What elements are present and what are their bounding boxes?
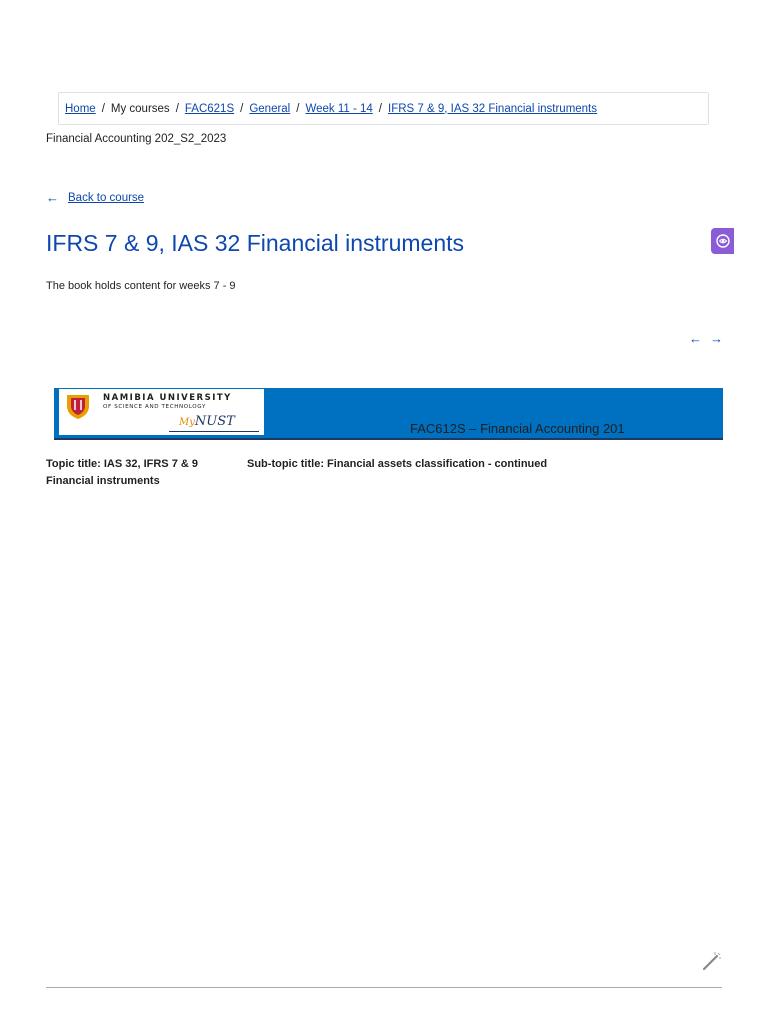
breadcrumb-course[interactable]: FAC621S (185, 103, 234, 115)
university-crest-icon (67, 395, 89, 419)
breadcrumb-separator: / (378, 102, 382, 115)
ai-assistant-button[interactable] (711, 228, 734, 254)
topic-title: Topic title: IAS 32, IFRS 7 & 9 Financia… (46, 458, 198, 487)
breadcrumb-current[interactable]: IFRS 7 & 9, IAS 32 Financial instruments (388, 103, 597, 115)
university-name: NAMIBIA UNIVERSITY (103, 393, 232, 403)
arrow-left-icon: ← (46, 190, 59, 205)
course-banner: NAMIBIA UNIVERSITY OF SCIENCE AND TECHNO… (54, 388, 723, 440)
breadcrumb: Home / My courses / FAC621S / General / … (58, 92, 709, 125)
breadcrumb-separator: / (240, 102, 244, 115)
ai-brain-icon (715, 234, 730, 248)
breadcrumb-separator: / (101, 102, 105, 115)
mynust-brand: MyNUST (179, 414, 235, 429)
chapter-navigation: ← → (689, 331, 723, 346)
breadcrumb-general[interactable]: General (249, 103, 290, 115)
footer-divider (46, 987, 722, 988)
brand-underline (169, 431, 259, 432)
breadcrumb-separator: / (175, 102, 179, 115)
previous-chapter-icon[interactable]: ← (689, 331, 702, 346)
breadcrumb-separator: / (296, 102, 300, 115)
subtopic-title: Sub-topic title: Financial assets classi… (247, 458, 548, 470)
next-chapter-icon[interactable]: → (710, 331, 723, 346)
course-name: Financial Accounting 202_S2_2023 (46, 133, 227, 145)
back-to-course[interactable]: ← Back to course (46, 190, 144, 205)
page-title: IFRS 7 & 9, IAS 32 Financial instruments (46, 230, 465, 256)
book-intro: The book holds content for weeks 7 - 9 (46, 280, 236, 292)
back-to-course-link[interactable]: Back to course (68, 192, 144, 204)
nust-logo: NAMIBIA UNIVERSITY OF SCIENCE AND TECHNO… (59, 389, 264, 435)
breadcrumb-my-courses: My courses (110, 102, 170, 115)
magic-wand-icon[interactable] (700, 950, 722, 972)
breadcrumb-home[interactable]: Home (65, 103, 96, 115)
university-subname: OF SCIENCE AND TECHNOLOGY (103, 404, 206, 410)
breadcrumb-week[interactable]: Week 11 - 14 (305, 103, 372, 115)
banner-course-title: FAC612S – Financial Accounting 201 (410, 421, 625, 436)
